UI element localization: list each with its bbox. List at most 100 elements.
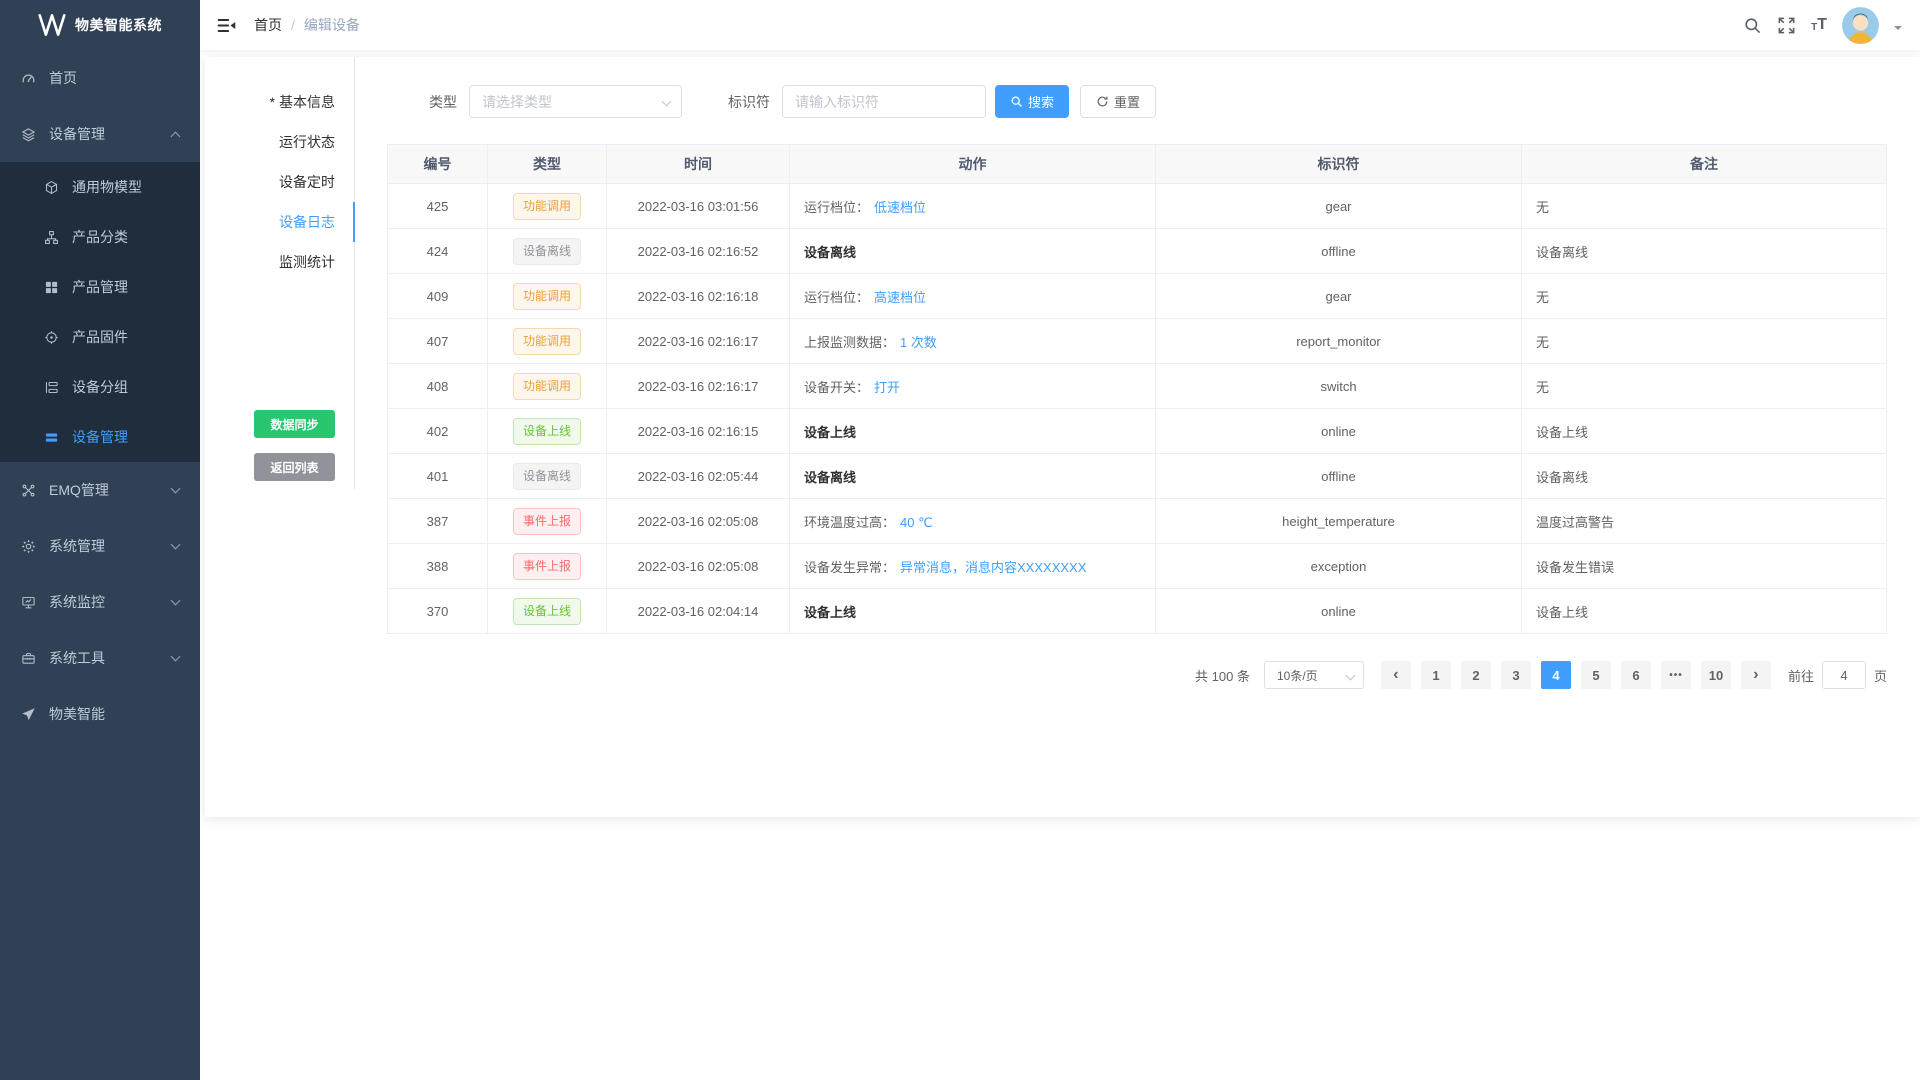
sidebar-item-home[interactable]: 首页 xyxy=(0,50,200,106)
sidebar-item-system-mgmt[interactable]: 系统管理 xyxy=(0,518,200,574)
cell-time: 2022-03-16 02:16:15 xyxy=(607,409,790,454)
search-icon[interactable] xyxy=(1743,16,1762,35)
cell-id: 401 xyxy=(388,454,488,499)
cell-type: 设备上线 xyxy=(488,409,607,454)
type-select[interactable] xyxy=(469,85,682,118)
identifier-input[interactable] xyxy=(795,94,959,110)
table-row: 370 设备上线 2022-03-16 02:04:14 设备上线 online… xyxy=(388,589,1887,634)
cell-identifier: switch xyxy=(1156,364,1522,409)
monitor-icon xyxy=(21,594,37,610)
cell-type: 事件上报 xyxy=(488,544,607,589)
cube-icon xyxy=(44,179,60,195)
sidebar-item-product-mgmt[interactable]: 产品管理 xyxy=(0,262,200,312)
pager-page-button[interactable]: 5 xyxy=(1581,661,1611,689)
pager-page-button[interactable]: 10 xyxy=(1701,661,1731,689)
search-button[interactable]: 搜索 xyxy=(995,85,1069,118)
action-link[interactable]: 低速档位 xyxy=(874,200,926,215)
pager-next-button[interactable]: › xyxy=(1741,661,1771,689)
chevron-down-icon xyxy=(171,652,181,662)
sidebar-item-device-group[interactable]: 设备分组 xyxy=(0,362,200,412)
cell-type: 功能调用 xyxy=(488,319,607,364)
device-mgmt-submenu: 通用物模型 产品分类 产品管理 产品固件 xyxy=(0,162,200,462)
chevron-down-icon xyxy=(171,596,181,606)
col-remark: 备注 xyxy=(1522,145,1887,184)
font-size-icon[interactable]: TT xyxy=(1811,17,1827,33)
pager-goto: 前往 页 xyxy=(1788,661,1887,689)
sidebar-item-system-tools[interactable]: 系统工具 xyxy=(0,630,200,686)
sidebar-item-label: 产品分类 xyxy=(72,227,128,247)
cell-time: 2022-03-16 02:16:17 xyxy=(607,364,790,409)
action-link[interactable]: 打开 xyxy=(874,380,900,395)
tab-device-log[interactable]: 设备日志 xyxy=(205,202,354,242)
sidebar-item-product-category[interactable]: 产品分类 xyxy=(0,212,200,262)
sidebar-item-thing-model[interactable]: 通用物模型 xyxy=(0,162,200,212)
app-title: 物美智能系统 xyxy=(75,15,162,35)
reset-button[interactable]: 重置 xyxy=(1080,85,1156,118)
gear-icon xyxy=(21,538,37,554)
tab-device-timer[interactable]: 设备定时 xyxy=(205,162,354,202)
data-sync-button[interactable]: 数据同步 xyxy=(254,410,335,438)
fullscreen-icon[interactable] xyxy=(1777,16,1796,35)
tab-run-status[interactable]: 运行状态 xyxy=(205,122,354,162)
type-tag: 功能调用 xyxy=(513,328,581,355)
sidebar-item-emq[interactable]: EMQ管理 xyxy=(0,462,200,518)
cell-time: 2022-03-16 02:05:08 xyxy=(607,544,790,589)
cell-action: 运行档位：高速档位 xyxy=(790,274,1156,319)
cell-action: 设备离线 xyxy=(790,454,1156,499)
cell-time: 2022-03-16 02:05:08 xyxy=(607,499,790,544)
cell-remark: 设备发生错误 xyxy=(1522,544,1887,589)
sidebar-item-product-firmware[interactable]: 产品固件 xyxy=(0,312,200,362)
toolbox-icon xyxy=(21,650,37,666)
cell-type: 设备上线 xyxy=(488,589,607,634)
sidebar-item-label: 系统工具 xyxy=(49,648,105,668)
device-bars-icon xyxy=(44,429,60,445)
cell-remark: 设备离线 xyxy=(1522,229,1887,274)
col-action: 动作 xyxy=(790,145,1156,184)
breadcrumb: 首页 / 编辑设备 xyxy=(254,15,360,35)
pager-prev-button[interactable]: ‹ xyxy=(1381,661,1411,689)
type-tag: 功能调用 xyxy=(513,373,581,400)
pager-page-button[interactable]: 2 xyxy=(1461,661,1491,689)
cell-remark: 设备上线 xyxy=(1522,409,1887,454)
chevron-down-icon xyxy=(1346,671,1356,681)
paper-plane-icon xyxy=(21,706,37,722)
pager-page-button[interactable]: 1 xyxy=(1421,661,1451,689)
action-link[interactable]: 异常消息，消息内容XXXXXXXX xyxy=(900,560,1086,575)
cell-identifier: offline xyxy=(1156,454,1522,499)
cell-time: 2022-03-16 02:16:17 xyxy=(607,319,790,364)
tab-monitor-stats[interactable]: 监测统计 xyxy=(205,242,354,282)
type-tag: 设备离线 xyxy=(513,463,581,490)
back-to-list-button[interactable]: 返回列表 xyxy=(254,453,335,481)
navbar: 首页 / 编辑设备 TT xyxy=(200,0,1920,50)
cell-type: 功能调用 xyxy=(488,274,607,319)
table-row: 407 功能调用 2022-03-16 02:16:17 上报监测数据：1 次数… xyxy=(388,319,1887,364)
sidebar-item-wumei[interactable]: 物美智能 xyxy=(0,686,200,742)
page-size-select[interactable]: 10条/页 xyxy=(1264,661,1364,689)
type-tag: 事件上报 xyxy=(513,508,581,535)
pager-page-button[interactable]: 6 xyxy=(1621,661,1651,689)
sidebar-fold-icon[interactable] xyxy=(216,15,237,36)
breadcrumb-home-link[interactable]: 首页 xyxy=(254,15,282,35)
dashboard-icon xyxy=(21,70,37,86)
sidebar-item-device-list[interactable]: 设备管理 xyxy=(0,412,200,462)
breadcrumb-current: 编辑设备 xyxy=(304,15,360,35)
cell-remark: 设备离线 xyxy=(1522,454,1887,499)
action-link[interactable]: 1 次数 xyxy=(900,335,937,350)
action-link[interactable]: 高速档位 xyxy=(874,290,926,305)
tab-basic-info[interactable]: * 基本信息 xyxy=(205,82,354,122)
table-row: 424 设备离线 2022-03-16 02:16:52 设备离线 offlin… xyxy=(388,229,1887,274)
type-tag: 设备离线 xyxy=(513,238,581,265)
goto-page-input[interactable] xyxy=(1822,661,1866,689)
pager-page-button[interactable]: 4 xyxy=(1541,661,1571,689)
identifier-input-box[interactable] xyxy=(782,85,986,118)
app-logo[interactable]: 物美智能系统 xyxy=(0,0,200,50)
type-select-input[interactable] xyxy=(482,94,655,110)
action-link[interactable]: 40 ℃ xyxy=(900,515,933,530)
pager-ellipsis[interactable]: ••• xyxy=(1661,661,1691,689)
sidebar-item-device-mgmt[interactable]: 设备管理 xyxy=(0,106,200,162)
avatar[interactable] xyxy=(1842,7,1879,44)
sidebar-item-system-monitor[interactable]: 系统监控 xyxy=(0,574,200,630)
pager-page-button[interactable]: 3 xyxy=(1501,661,1531,689)
caret-down-icon[interactable] xyxy=(1894,26,1902,34)
chevron-up-icon xyxy=(171,131,181,141)
